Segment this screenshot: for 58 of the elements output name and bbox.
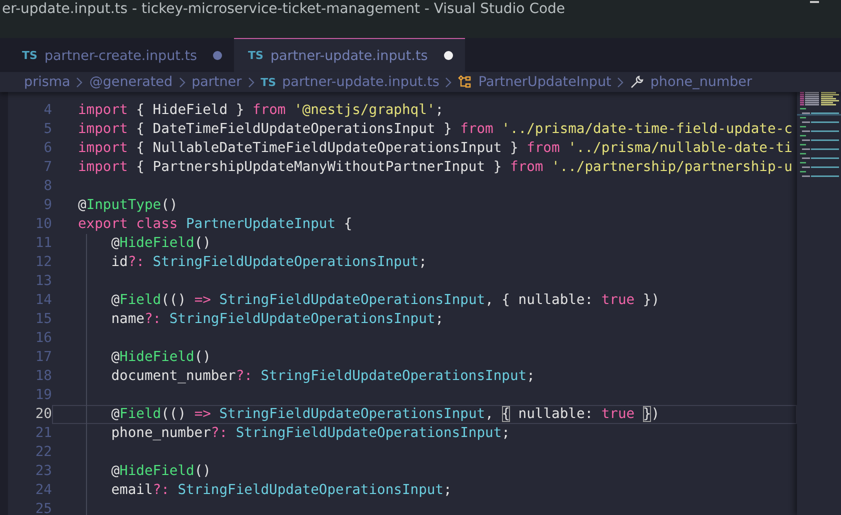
typescript-icon: TS: [248, 49, 264, 62]
breadcrumb-item[interactable]: TS partner-update.input.ts: [260, 74, 440, 90]
line-number: 25: [34, 500, 52, 515]
line-number: 17: [34, 348, 52, 367]
chevron-icon: [248, 76, 255, 88]
chevron-icon: [178, 76, 186, 88]
class-icon: [458, 75, 472, 89]
code-line: import { PartnershipUpdateManyWithoutPartnerInput } from '../partnership/partnership-u: [77, 158, 794, 177]
line-number: 24: [34, 481, 52, 500]
code-line: email?: StringFieldUpdateOperationsInput;: [110, 481, 453, 500]
line-number: 12: [34, 253, 52, 272]
breadcrumb-item[interactable]: partner: [192, 74, 242, 90]
line-number: 16: [34, 329, 52, 348]
breadcrumb-item[interactable]: phone_number: [630, 74, 752, 90]
code-line: id?: StringFieldUpdateOperationsInput;: [110, 253, 428, 272]
line-number: 5: [42, 120, 52, 139]
line-number: 14: [34, 291, 52, 310]
line-number: 23: [34, 462, 52, 481]
line-number: 13: [34, 272, 52, 291]
minimize-button[interactable]: [810, 1, 819, 3]
line-number: 21: [34, 424, 52, 443]
line-number: 10: [34, 215, 52, 234]
line-number: 11: [34, 234, 52, 253]
breadcrumb-item[interactable]: @generated: [89, 74, 173, 90]
code-line: export class PartnerUpdateInput {: [77, 215, 354, 234]
wrench-icon: [630, 75, 644, 89]
line-number: 19: [34, 386, 52, 405]
line-number: 7: [42, 158, 52, 177]
code-line: @HideField(): [110, 462, 212, 481]
breadcrumb-item[interactable]: PartnerUpdateInput: [458, 74, 612, 90]
typescript-icon: TS: [22, 49, 38, 62]
line-number: 9: [42, 196, 52, 215]
line-number: 22: [34, 443, 52, 462]
editor-tab[interactable]: TS partner-create.input.ts: [8, 38, 234, 72]
chevron-icon: [617, 76, 624, 88]
line-number: 15: [34, 310, 52, 329]
code-line: document_number?: StringFieldUpdateOperationsInput;: [110, 367, 536, 386]
line-number: 8: [42, 177, 52, 196]
code-line: @HideField(): [110, 348, 212, 367]
code-line: phone_number?: StringFieldUpdateOperationsInput;: [110, 424, 511, 443]
line-number: 20: [34, 405, 52, 424]
line-number: 4: [42, 101, 52, 120]
code-line: @InputType(): [77, 196, 179, 215]
code-line: @Field(() => StringFieldUpdateOperationsInput, { nullable: true }): [52, 405, 797, 424]
code-line: import { DateTimeFieldUpdateOperationsInput } from '../prisma/date-time-field-update-c: [77, 120, 794, 139]
code-line: @HideField(): [110, 234, 212, 253]
code-line: import { NullableDateTimeFieldUpdateOperationsInput } from '../prisma/nullable-date-ti: [77, 139, 794, 158]
chevron-icon: [76, 76, 84, 88]
line-number: 18: [34, 367, 52, 386]
code-line: import { HideField } from '@nestjs/graphql';: [77, 101, 445, 120]
editor-tab[interactable]: TS partner-update.input.ts: [234, 38, 465, 72]
code-line: name?: StringFieldUpdateOperationsInput;: [110, 310, 444, 329]
window-title: er-update.input.ts - tickey-microservice-ticket-management - Visual Studio Code: [2, 1, 566, 17]
chevron-icon: [445, 76, 452, 88]
code-line: @Field(() => StringFieldUpdateOperationsInput, { nullable: true }): [110, 291, 661, 310]
typescript-icon: TS: [260, 76, 276, 88]
line-number: 6: [42, 139, 52, 158]
breadcrumb-item[interactable]: prisma: [24, 74, 70, 90]
